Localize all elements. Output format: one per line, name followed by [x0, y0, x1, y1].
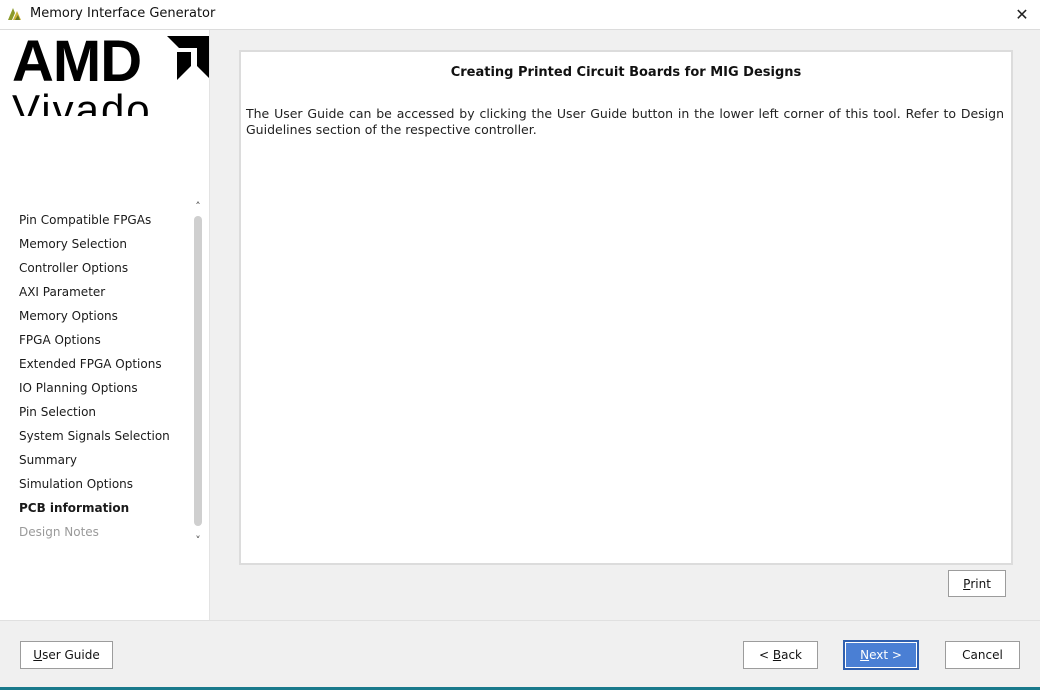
- nav-item-controller-options[interactable]: Controller Options: [19, 257, 170, 281]
- content-body: The User Guide can be accessed by clicki…: [246, 106, 1004, 137]
- nav-item-pin-selection[interactable]: Pin Selection: [19, 401, 170, 425]
- vivado-app-icon: [8, 8, 21, 20]
- sidebar: AMD Vivado Pin Compatible FPGAs Memory S…: [0, 30, 210, 620]
- amd-vivado-logo: AMD Vivado: [12, 36, 210, 116]
- content-panel: Creating Printed Circuit Boards for MIG …: [239, 50, 1013, 565]
- window-title: Memory Interface Generator: [30, 6, 216, 21]
- wizard-step-list: Pin Compatible FPGAs Memory Selection Co…: [19, 209, 170, 545]
- user-guide-label: ser Guide: [42, 648, 100, 662]
- print-button[interactable]: Print: [948, 570, 1006, 597]
- footer-divider: [0, 620, 1040, 621]
- nav-item-pcb-information[interactable]: PCB information: [19, 497, 170, 521]
- nav-item-memory-options[interactable]: Memory Options: [19, 305, 170, 329]
- back-button[interactable]: < Back: [743, 641, 818, 669]
- nav-item-fpga-options[interactable]: FPGA Options: [19, 329, 170, 353]
- title-bar: Memory Interface Generator ✕: [0, 0, 1040, 30]
- next-label: ext >: [869, 648, 902, 662]
- amd-arrow-icon: [167, 36, 209, 80]
- next-mnemonic: N: [860, 648, 870, 662]
- nav-item-simulation-options[interactable]: Simulation Options: [19, 473, 170, 497]
- user-guide-mnemonic: U: [33, 648, 43, 662]
- close-icon[interactable]: ✕: [1012, 4, 1032, 24]
- nav-item-io-planning-options[interactable]: IO Planning Options: [19, 377, 170, 401]
- nav-item-design-notes: Design Notes: [19, 525, 99, 539]
- step-list-scrollbar[interactable]: ˄ ˅: [191, 200, 205, 548]
- back-mnemonic: B: [772, 648, 782, 662]
- nav-item-pin-compatible-fpgas[interactable]: Pin Compatible FPGAs: [19, 209, 170, 233]
- nav-item-extended-fpga-options[interactable]: Extended FPGA Options: [19, 353, 170, 377]
- back-label: ack: [781, 648, 802, 662]
- nav-item-memory-selection[interactable]: Memory Selection: [19, 233, 170, 257]
- user-guide-button[interactable]: User Guide: [20, 641, 113, 669]
- nav-item-axi-parameter[interactable]: AXI Parameter: [19, 281, 170, 305]
- logo-product: Vivado: [12, 86, 152, 116]
- nav-item-summary[interactable]: Summary: [19, 449, 170, 473]
- content-title: Creating Printed Circuit Boards for MIG …: [450, 65, 802, 80]
- chevron-up-icon[interactable]: ˄: [191, 200, 205, 214]
- next-button[interactable]: Next >: [843, 640, 919, 670]
- print-label: rint: [970, 576, 991, 591]
- cancel-button[interactable]: Cancel: [945, 641, 1020, 669]
- back-prefix: <: [758, 648, 773, 662]
- print-mnemonic: P: [963, 576, 971, 591]
- chevron-down-icon[interactable]: ˅: [191, 534, 205, 548]
- nav-item-system-signals-selection[interactable]: System Signals Selection: [19, 425, 170, 449]
- scroll-thumb[interactable]: [194, 216, 202, 526]
